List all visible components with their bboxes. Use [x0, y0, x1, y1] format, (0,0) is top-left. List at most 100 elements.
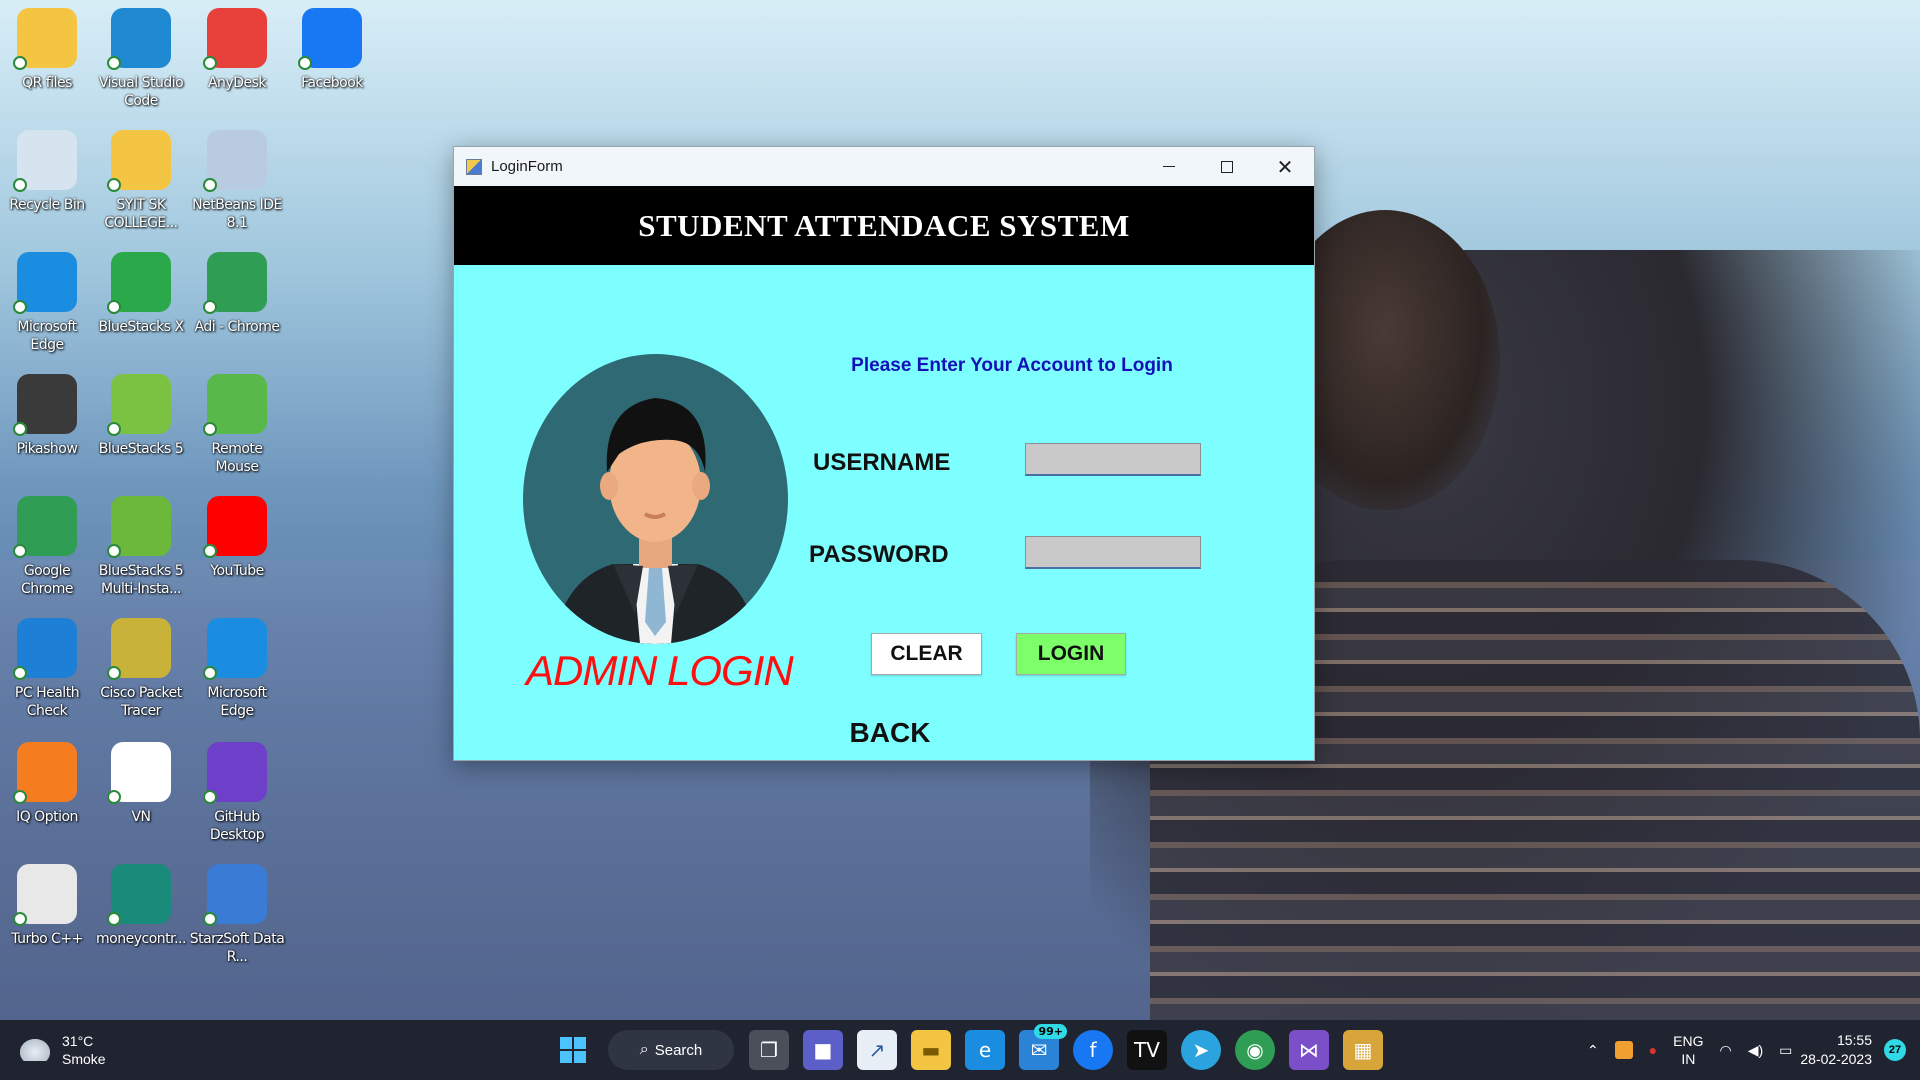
language-indicator[interactable]: ENG IN [1673, 1032, 1703, 1068]
desktop-icon[interactable]: Microsoft Edge [2, 246, 92, 364]
file-explorer-icon[interactable]: ▬ [911, 1030, 951, 1070]
vn-icon [107, 742, 171, 804]
desktop-icon-label: GitHub Desktop [209, 809, 265, 843]
minimize-button[interactable] [1140, 147, 1198, 186]
tray-alert-icon[interactable]: ● [1649, 1041, 1657, 1059]
desktop-icon[interactable]: GitHub Desktop [192, 736, 282, 854]
sync-check-icon [203, 790, 217, 804]
desktop-icon-label: AnyDesk [207, 75, 267, 91]
chrome-icon [203, 252, 267, 314]
username-label: USERNAME [813, 449, 951, 476]
login-form-window: LoginForm ✕ STUDENT ATTENDACE SYSTEM ADM… [453, 146, 1315, 761]
battery-icon[interactable]: ▭ [1779, 1041, 1792, 1059]
start-button[interactable] [553, 1030, 593, 1070]
stocks-icon[interactable]: ↗ [857, 1030, 897, 1070]
sync-check-icon [203, 422, 217, 436]
desktop-icon[interactable]: VN [96, 736, 186, 854]
admin-login-label: ADMIN LOGIN [526, 647, 794, 694]
windows-icon [560, 1037, 586, 1063]
clock[interactable]: 15:55 28-02-2023 [1800, 1031, 1872, 1069]
tradingview-icon[interactable]: TV [1127, 1030, 1167, 1070]
desktop-icon[interactable]: SYIT SK COLLEGE... [96, 124, 186, 242]
desktop-icon[interactable]: QR files [2, 2, 92, 120]
cloud-icon [20, 1039, 50, 1061]
desktop-icon[interactable]: BlueStacks X [96, 246, 186, 364]
title-bar[interactable]: LoginForm ✕ [454, 147, 1314, 186]
chrome-icon [13, 496, 77, 558]
sync-check-icon [107, 790, 121, 804]
taskbar-apps: ⌕ Search ❐ ■ ↗ ▬ e ✉ 99+ f TV ➤ ◉ ⋈ ▦ [546, 1024, 1390, 1072]
desktop-icon[interactable]: YouTube [192, 490, 282, 608]
app-icon [466, 158, 482, 175]
volume-icon[interactable]: ◀) [1748, 1041, 1763, 1059]
chrome-taskbar-icon[interactable]: ◉ [1235, 1030, 1275, 1070]
weather-widget[interactable]: 31°C Smoke [20, 1030, 140, 1070]
desktop-icon[interactable]: IQ Option [2, 736, 92, 854]
desktop-icon[interactable]: BlueStacks 5 Multi-Insta... [96, 490, 186, 608]
close-button[interactable]: ✕ [1256, 147, 1314, 186]
desktop-icon[interactable]: Turbo C++ [2, 858, 92, 976]
password-input[interactable] [1025, 536, 1201, 569]
desktop-icon[interactable]: AnyDesk [192, 2, 282, 120]
login-button[interactable]: LOGIN [1016, 633, 1126, 675]
desktop-icon-label: QR files [22, 75, 72, 91]
sync-check-icon [13, 422, 27, 436]
telegram-icon[interactable]: ➤ [1181, 1030, 1221, 1070]
edge-taskbar-icon[interactable]: e [965, 1030, 1005, 1070]
anydesk-icon [203, 8, 267, 70]
desktop-icon[interactable]: Recycle Bin [2, 124, 92, 242]
netbeans-icon [203, 130, 267, 192]
desktop-icon[interactable]: Adi - Chrome [192, 246, 282, 364]
maximize-button[interactable] [1198, 147, 1256, 186]
sync-check-icon [107, 56, 121, 70]
desktop-icon[interactable]: Facebook [287, 2, 377, 120]
desktop-icon[interactable]: StarzSoft Data R... [190, 858, 285, 976]
task-view-icon[interactable]: ❐ [749, 1030, 789, 1070]
desktop-icon[interactable]: moneycontr... [96, 858, 186, 976]
notification-badge[interactable]: 27 [1884, 1039, 1906, 1061]
taskbar-search[interactable]: ⌕ Search [608, 1030, 734, 1070]
desktop-icon[interactable]: NetBeans IDE 8.1 [192, 124, 282, 242]
wifi-icon[interactable]: ◠ [1719, 1041, 1731, 1059]
login-prompt: Please Enter Your Account to Login [851, 355, 1173, 376]
desktop-icon[interactable]: PC Health Check [2, 612, 92, 730]
desktop-icon[interactable]: Visual Studio Code [96, 2, 186, 120]
edge-icon [13, 252, 77, 314]
sync-check-icon [298, 56, 312, 70]
sync-check-icon [203, 178, 217, 192]
tray-app-icon[interactable] [1614, 1041, 1633, 1059]
desktop-icon-label: BlueStacks 5 [98, 441, 184, 457]
mail-icon[interactable]: ✉ 99+ [1019, 1024, 1067, 1070]
bluestacks-multi-icon [107, 496, 171, 558]
desktop-icon[interactable]: Cisco Packet Tracer [96, 612, 186, 730]
back-link[interactable]: BACK [830, 717, 950, 749]
header-band: STUDENT ATTENDACE SYSTEM [454, 186, 1314, 265]
username-input[interactable] [1025, 443, 1201, 476]
desktop-icon[interactable]: BlueStacks 5 [96, 368, 186, 486]
desktop-icon-label: Turbo C++ [11, 931, 83, 947]
chevron-up-icon[interactable]: ⌃ [1587, 1041, 1599, 1059]
facebook-icon [298, 8, 362, 70]
desktop-icon[interactable]: Microsoft Edge [192, 612, 282, 730]
clear-button[interactable]: CLEAR [871, 633, 982, 675]
search-label: Search [654, 1041, 703, 1059]
desktop-icon-label: BlueStacks 5 Multi-Insta... [98, 563, 184, 597]
pc-health-icon [13, 618, 77, 680]
desktop-icon-label: Pikashow [16, 441, 78, 457]
sync-check-icon [13, 300, 27, 314]
desktop-icon[interactable]: Pikashow [2, 368, 92, 486]
desktop-icon[interactable]: Google Chrome [2, 490, 92, 608]
turbo-cpp-icon [13, 864, 77, 926]
facebook-taskbar-icon[interactable]: f [1073, 1030, 1113, 1070]
desktop-icon[interactable]: Remote Mouse [192, 368, 282, 486]
sync-check-icon [107, 178, 121, 192]
admin-avatar-icon [553, 398, 758, 644]
moneycontrol-icon [107, 864, 171, 926]
visual-studio-icon[interactable]: ⋈ [1289, 1030, 1329, 1070]
login-form-app-icon[interactable]: ▦ [1343, 1030, 1383, 1070]
sync-check-icon [13, 56, 27, 70]
teams-chat-icon[interactable]: ■ [803, 1030, 843, 1070]
minimize-icon [1163, 166, 1175, 167]
sync-check-icon [13, 178, 27, 192]
sync-check-icon [203, 56, 217, 70]
